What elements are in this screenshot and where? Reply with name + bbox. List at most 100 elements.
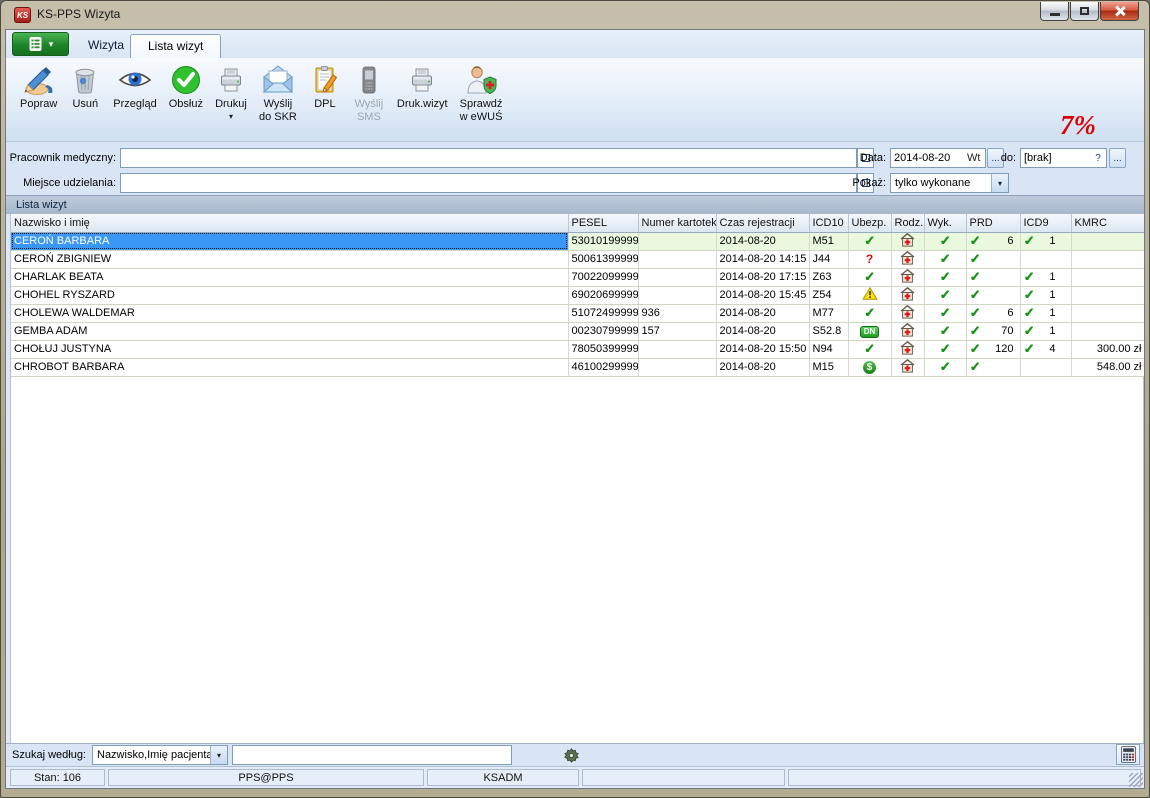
cell-kmrc[interactable]: 548.00 zł <box>1071 358 1145 376</box>
main-menu-button[interactable]: ▾ <box>12 32 69 56</box>
cell-patient-name[interactable]: CHOŁUJ JUSTYNA <box>11 340 568 358</box>
cell-kmrc[interactable] <box>1071 322 1145 340</box>
column-header-czas[interactable]: Czas rejestracji <box>716 214 809 232</box>
cell-pesel[interactable]: 00230799999 <box>568 322 638 340</box>
toolbar-button-sprawdz-ewus[interactable]: Sprawdźw eWUŚ <box>454 61 509 126</box>
cell-kartoteka[interactable] <box>638 286 716 304</box>
cell-ubezp[interactable]: DN <box>848 322 891 340</box>
cell-pesel[interactable]: 53010199999 <box>568 232 638 250</box>
cell-kmrc[interactable] <box>1071 304 1145 322</box>
cell-kmrc[interactable]: 300.00 zł <box>1071 340 1145 358</box>
cell-czas-rejestracji[interactable]: 2014-08-20 17:15 <box>716 268 809 286</box>
cell-kmrc[interactable] <box>1071 286 1145 304</box>
cell-icd9[interactable]: ✓1 <box>1020 232 1071 250</box>
cell-patient-name[interactable]: GEMBA ADAM <box>11 322 568 340</box>
cell-icd10[interactable]: N94 <box>809 340 848 358</box>
cell-wyk[interactable]: ✓ <box>924 232 966 250</box>
miejsce-input[interactable] <box>120 173 857 193</box>
cell-ubezp[interactable]: ✓ <box>848 268 891 286</box>
cell-wyk[interactable]: ✓ <box>924 250 966 268</box>
cell-ubezp[interactable]: ✓ <box>848 340 891 358</box>
toolbar-button-dpl[interactable]: DPL <box>303 61 347 113</box>
cell-pesel[interactable]: 70022099999 <box>568 268 638 286</box>
cell-wyk[interactable]: ✓ <box>924 268 966 286</box>
cell-czas-rejestracji[interactable]: 2014-08-20 <box>716 322 809 340</box>
minimize-button[interactable] <box>1040 2 1069 21</box>
toolbar-button-drukuj[interactable]: Drukuj▾ <box>209 61 253 123</box>
cell-prd[interactable]: ✓6 <box>966 304 1020 322</box>
resize-grip[interactable] <box>1129 773 1143 787</box>
toolbar-button-popraw[interactable]: Popraw <box>14 61 63 113</box>
cell-prd[interactable]: ✓ <box>966 250 1020 268</box>
cell-rodz[interactable] <box>891 286 924 304</box>
cell-kartoteka[interactable] <box>638 232 716 250</box>
cell-wyk[interactable]: ✓ <box>924 286 966 304</box>
cell-kartoteka[interactable]: 936 <box>638 304 716 322</box>
cell-wyk[interactable]: ✓ <box>924 322 966 340</box>
toolbar-button-druk-wizyt[interactable]: Druk.wizyt <box>391 61 454 113</box>
cell-pesel[interactable]: 46100299999 <box>568 358 638 376</box>
cell-kmrc[interactable] <box>1071 250 1145 268</box>
column-header-kmrc[interactable]: KMRC <box>1071 214 1145 232</box>
column-header-kartoteka[interactable]: Numer kartoteki <box>638 214 716 232</box>
title-bar[interactable]: KS KS-PPS Wizyta <box>1 1 1149 29</box>
cell-czas-rejestracji[interactable]: 2014-08-20 <box>716 232 809 250</box>
search-options-button[interactable] <box>562 746 580 764</box>
search-input[interactable] <box>232 745 512 765</box>
cell-ubezp[interactable]: ? <box>848 250 891 268</box>
cell-icd9[interactable]: ✓4 <box>1020 340 1071 358</box>
cell-patient-name[interactable]: CHARLAK BEATA <box>11 268 568 286</box>
cell-rodz[interactable] <box>891 340 924 358</box>
cell-prd[interactable]: ✓ <box>966 286 1020 304</box>
cell-icd10[interactable]: Z63 <box>809 268 848 286</box>
cell-icd9[interactable]: ✓1 <box>1020 286 1071 304</box>
cell-prd[interactable]: ✓6 <box>966 232 1020 250</box>
cell-kartoteka[interactable] <box>638 268 716 286</box>
cell-czas-rejestracji[interactable]: 2014-08-20 <box>716 304 809 322</box>
cell-kartoteka[interactable] <box>638 250 716 268</box>
cell-ubezp[interactable]: ✓ <box>848 232 891 250</box>
cell-rodz[interactable] <box>891 232 924 250</box>
cell-wyk[interactable]: ✓ <box>924 358 966 376</box>
cell-icd10[interactable]: S52.8 <box>809 322 848 340</box>
toolbar-button-przeglad[interactable]: Przegląd <box>107 61 162 113</box>
column-header-icd10[interactable]: ICD10 <box>809 214 848 232</box>
cell-rodz[interactable] <box>891 250 924 268</box>
toolbar-button-wyslij-do-skr[interactable]: Wyślijdo SKR <box>253 61 303 126</box>
tab-lista-wizyt[interactable]: Lista wizyt <box>130 34 221 58</box>
cell-icd9[interactable] <box>1020 358 1071 376</box>
cell-pesel[interactable]: 50061399999 <box>568 250 638 268</box>
cell-prd[interactable]: ✓120 <box>966 340 1020 358</box>
cell-icd10[interactable]: M77 <box>809 304 848 322</box>
cell-kmrc[interactable] <box>1071 232 1145 250</box>
cell-icd9[interactable] <box>1020 250 1071 268</box>
column-header-ubezp[interactable]: Ubezp. <box>848 214 891 232</box>
toolbar-button-obsluz[interactable]: Obsłuż <box>163 61 209 113</box>
cell-ubezp[interactable]: ✓ <box>848 304 891 322</box>
pokaz-select[interactable]: tylko wykonane ▾ <box>890 173 1009 193</box>
do-help-button[interactable]: ? <box>1090 148 1106 168</box>
close-button[interactable] <box>1100 2 1139 21</box>
cell-icd10[interactable]: Z54 <box>809 286 848 304</box>
cell-icd10[interactable]: M51 <box>809 232 848 250</box>
cell-wyk[interactable]: ✓ <box>924 340 966 358</box>
do-picker-button[interactable]: ... <box>1109 148 1126 168</box>
column-header-icd9[interactable]: ICD9 <box>1020 214 1071 232</box>
cell-czas-rejestracji[interactable]: 2014-08-20 14:15 <box>716 250 809 268</box>
cell-pesel[interactable]: 51072499999 <box>568 304 638 322</box>
column-header-wyk[interactable]: Wyk. <box>924 214 966 232</box>
cell-icd9[interactable]: ✓1 <box>1020 322 1071 340</box>
toolbar-button-usun[interactable]: Usuń <box>63 61 107 113</box>
column-header-pesel[interactable]: PESEL <box>568 214 638 232</box>
cell-kmrc[interactable] <box>1071 268 1145 286</box>
column-header-rodz[interactable]: Rodz. <box>891 214 924 232</box>
cell-rodz[interactable] <box>891 268 924 286</box>
cell-icd10[interactable]: M15 <box>809 358 848 376</box>
cell-patient-name[interactable]: CHROBOT BARBARA <box>11 358 568 376</box>
column-header-prd[interactable]: PRD <box>966 214 1020 232</box>
cell-kartoteka[interactable] <box>638 340 716 358</box>
dropdown-arrow-icon[interactable]: ▾ <box>991 174 1008 192</box>
cell-patient-name[interactable]: CHOHEL RYSZARD <box>11 286 568 304</box>
cell-pesel[interactable]: 69020699999 <box>568 286 638 304</box>
cell-rodz[interactable] <box>891 304 924 322</box>
